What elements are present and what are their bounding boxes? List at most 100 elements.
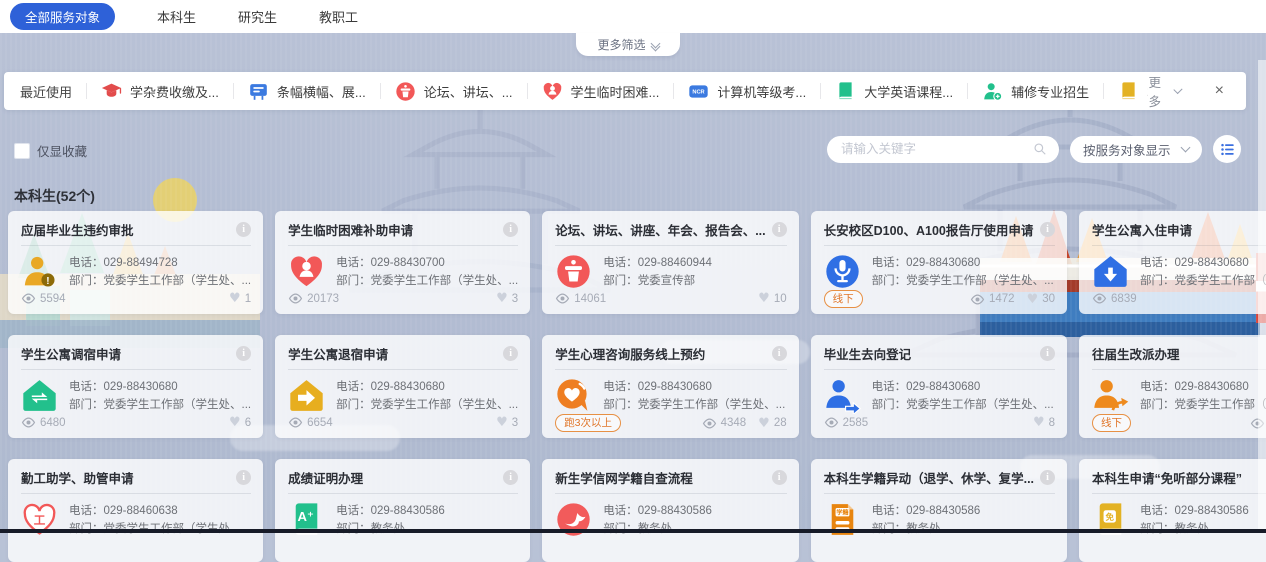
phone-label: 电话： — [872, 257, 907, 269]
service-card[interactable]: 本科生申请“免听部分课程” i 免 电话：029-88430586 部门：教务处 — [1079, 459, 1266, 562]
tab-graduate[interactable]: 研究生 — [238, 7, 277, 26]
divider — [288, 493, 518, 494]
card-footer: 2585♥8 — [824, 415, 1055, 430]
doc-xueji-icon: 学籍 — [824, 501, 861, 538]
heart-gong-icon: 工 — [21, 501, 58, 538]
display-mode-select[interactable]: 按服务对象显示 — [1070, 136, 1202, 163]
house-right-icon — [288, 377, 325, 414]
heart-icon[interactable]: ♥ — [758, 291, 770, 306]
info-icon[interactable]: i — [1040, 346, 1055, 361]
info-icon[interactable]: i — [772, 222, 787, 237]
divider — [555, 369, 786, 370]
view-count: 6839 — [1092, 293, 1137, 305]
card-footer: 20173♥3 — [288, 291, 518, 306]
search-icon — [1033, 142, 1047, 156]
recent-service-chip[interactable]: 学生临时困难... — [542, 81, 660, 102]
view-count: 5594 — [21, 293, 66, 305]
phone-value: 029-88430586 — [1175, 505, 1249, 517]
recent-more-button[interactable]: 更多 — [1148, 72, 1180, 110]
service-card[interactable]: 本科生学籍异动（退学、休学、复学... i 学籍 电话：029-88430586… — [811, 459, 1067, 562]
phone-value: 029-88430586 — [906, 505, 980, 517]
dept-value: 党委学生工作部（学生处、... — [638, 399, 786, 411]
service-card[interactable]: 学生临时困难补助申请 i 电话：029-88430700 部门：党委学生工作部（… — [275, 211, 530, 314]
person-plus-icon — [982, 81, 1003, 102]
section-title-undergraduate: 本科生(52个) — [14, 186, 95, 206]
divider — [21, 493, 251, 494]
service-card[interactable]: 毕业生去向登记 i 电话：029-88430680 部门：党委学生工作部（学生处… — [811, 335, 1067, 438]
heart-icon[interactable]: ♥ — [496, 291, 508, 306]
service-card[interactable]: 学生公寓入住申请 i 电话：029-88430680 部门：党委学生工作部（学生… — [1079, 211, 1266, 314]
info-icon[interactable]: i — [772, 346, 787, 361]
search-box[interactable] — [827, 136, 1059, 163]
list-view-icon — [1220, 142, 1235, 157]
card-title: 长安校区D100、A100报告厅使用申请 — [824, 220, 1034, 239]
heart-icon[interactable]: ♥ — [1033, 415, 1045, 430]
info-icon[interactable]: i — [1040, 470, 1055, 485]
recent-service-chip[interactable]: 条幅横幅、展... — [248, 81, 366, 102]
service-card[interactable]: 应届毕业生违约审批 i ! 电话：029-88494728 部门：党委学生工作部… — [8, 211, 263, 314]
recent-service-chip[interactable]: 本科生申请“... — [1118, 81, 1148, 102]
svg-text:工: 工 — [34, 514, 46, 527]
more-filters-button[interactable]: 更多筛选 — [576, 33, 680, 56]
recently-used-bar: 最近使用 学杂费收缴及... 条幅横幅、展... 论坛、讲坛、... 学生临时困… — [4, 72, 1246, 110]
view-count: 4348 — [702, 417, 747, 429]
dept-value: 党委学生工作部（学生处、... — [906, 275, 1054, 287]
divider — [288, 245, 518, 246]
service-card[interactable]: 勤工助学、助管申请 i 工 电话：029-88460638 部门：党委学生工作部… — [8, 459, 263, 562]
mic-icon — [824, 253, 861, 290]
heart-icon[interactable]: ♥ — [496, 415, 508, 430]
info-icon[interactable]: i — [236, 470, 251, 485]
phone-label: 电话： — [336, 381, 371, 393]
service-card[interactable]: 论坛、讲坛、讲座、年会、报告会、... i 电话：029-88460944 部门… — [542, 211, 798, 314]
recently-used-title: 最近使用 — [20, 82, 72, 101]
tab-all-audiences[interactable]: 全部服务对象 — [10, 3, 115, 30]
heart-icon[interactable]: ♥ — [229, 415, 241, 430]
phone-value: 029-88430680 — [1175, 381, 1249, 393]
favorites-checkbox[interactable] — [14, 143, 30, 159]
service-card[interactable]: 学生公寓退宿申请 i 电话：029-88430680 部门：党委学生工作部（学生… — [275, 335, 530, 438]
close-recent-bar-icon[interactable]: × — [1215, 83, 1224, 99]
recent-service-chip[interactable]: 辅修专业招生 — [982, 81, 1089, 102]
info-icon[interactable]: i — [236, 346, 251, 361]
divider — [824, 493, 1055, 494]
card-title: 本科生学籍异动（退学、休学、复学... — [824, 468, 1034, 487]
recent-service-chip[interactable]: 大学英语课程... — [835, 81, 953, 102]
recent-service-chip[interactable]: 论坛、讲坛、... — [395, 81, 513, 102]
info-icon[interactable]: i — [503, 470, 518, 485]
service-card[interactable]: 往届生改派办理 i 电话：029-88430680 部门：党委学生工作部（学生处… — [1079, 335, 1266, 438]
heart-icon[interactable]: ♥ — [1027, 292, 1039, 307]
dept-label: 部门： — [1140, 275, 1175, 287]
book-mian-icon: 免 — [1092, 501, 1129, 538]
svg-text:A⁺: A⁺ — [298, 509, 314, 524]
book-aplus-icon: A⁺ — [288, 501, 325, 538]
tab-faculty[interactable]: 教职工 — [319, 7, 358, 26]
service-card[interactable]: 学生心理咨询服务线上预约 i 电话：029-88430680 部门：党委学生工作… — [542, 335, 798, 438]
info-icon[interactable]: i — [503, 346, 518, 361]
info-icon[interactable]: i — [1040, 222, 1055, 237]
info-icon[interactable]: i — [772, 470, 787, 485]
service-label: 学杂费收缴及... — [130, 82, 219, 101]
card-footer: 6839♥38 — [1092, 291, 1266, 306]
info-icon[interactable]: i — [503, 222, 518, 237]
recent-service-chip[interactable]: NCR 计算机等级考... — [688, 81, 806, 102]
phone-label: 电话： — [336, 505, 371, 517]
tab-undergraduate[interactable]: 本科生 — [157, 7, 196, 26]
divider — [1092, 369, 1266, 370]
filter-controls: 按服务对象显示 — [827, 135, 1241, 163]
card-title: 学生心理咨询服务线上预约 — [555, 344, 765, 363]
phone-label: 电话： — [872, 505, 907, 517]
recent-service-chip[interactable]: 学杂费收缴及... — [101, 81, 219, 102]
service-card[interactable]: 新生学信网学籍自查流程 i 电话：029-88430586 部门：教务处 — [542, 459, 798, 562]
search-input[interactable] — [839, 141, 1033, 157]
card-footer: 6654♥3 — [288, 415, 518, 430]
service-card[interactable]: 学生公寓调宿申请 i 电话：029-88430680 部门：党委学生工作部（学生… — [8, 335, 263, 438]
info-icon[interactable]: i — [236, 222, 251, 237]
podium-icon — [555, 253, 592, 290]
heart-icon[interactable]: ♥ — [229, 291, 241, 306]
list-view-button[interactable] — [1213, 135, 1241, 163]
service-card[interactable]: 长安校区D100、A100报告厅使用申请 i 电话：029-88430680 部… — [811, 211, 1067, 314]
person-alert-icon: ! — [21, 253, 58, 290]
service-card[interactable]: 成绩证明办理 i A⁺ 电话：029-88430586 部门：教务处 — [275, 459, 530, 562]
heart-icon[interactable]: ♥ — [758, 416, 770, 431]
heart-person-icon — [288, 253, 325, 290]
